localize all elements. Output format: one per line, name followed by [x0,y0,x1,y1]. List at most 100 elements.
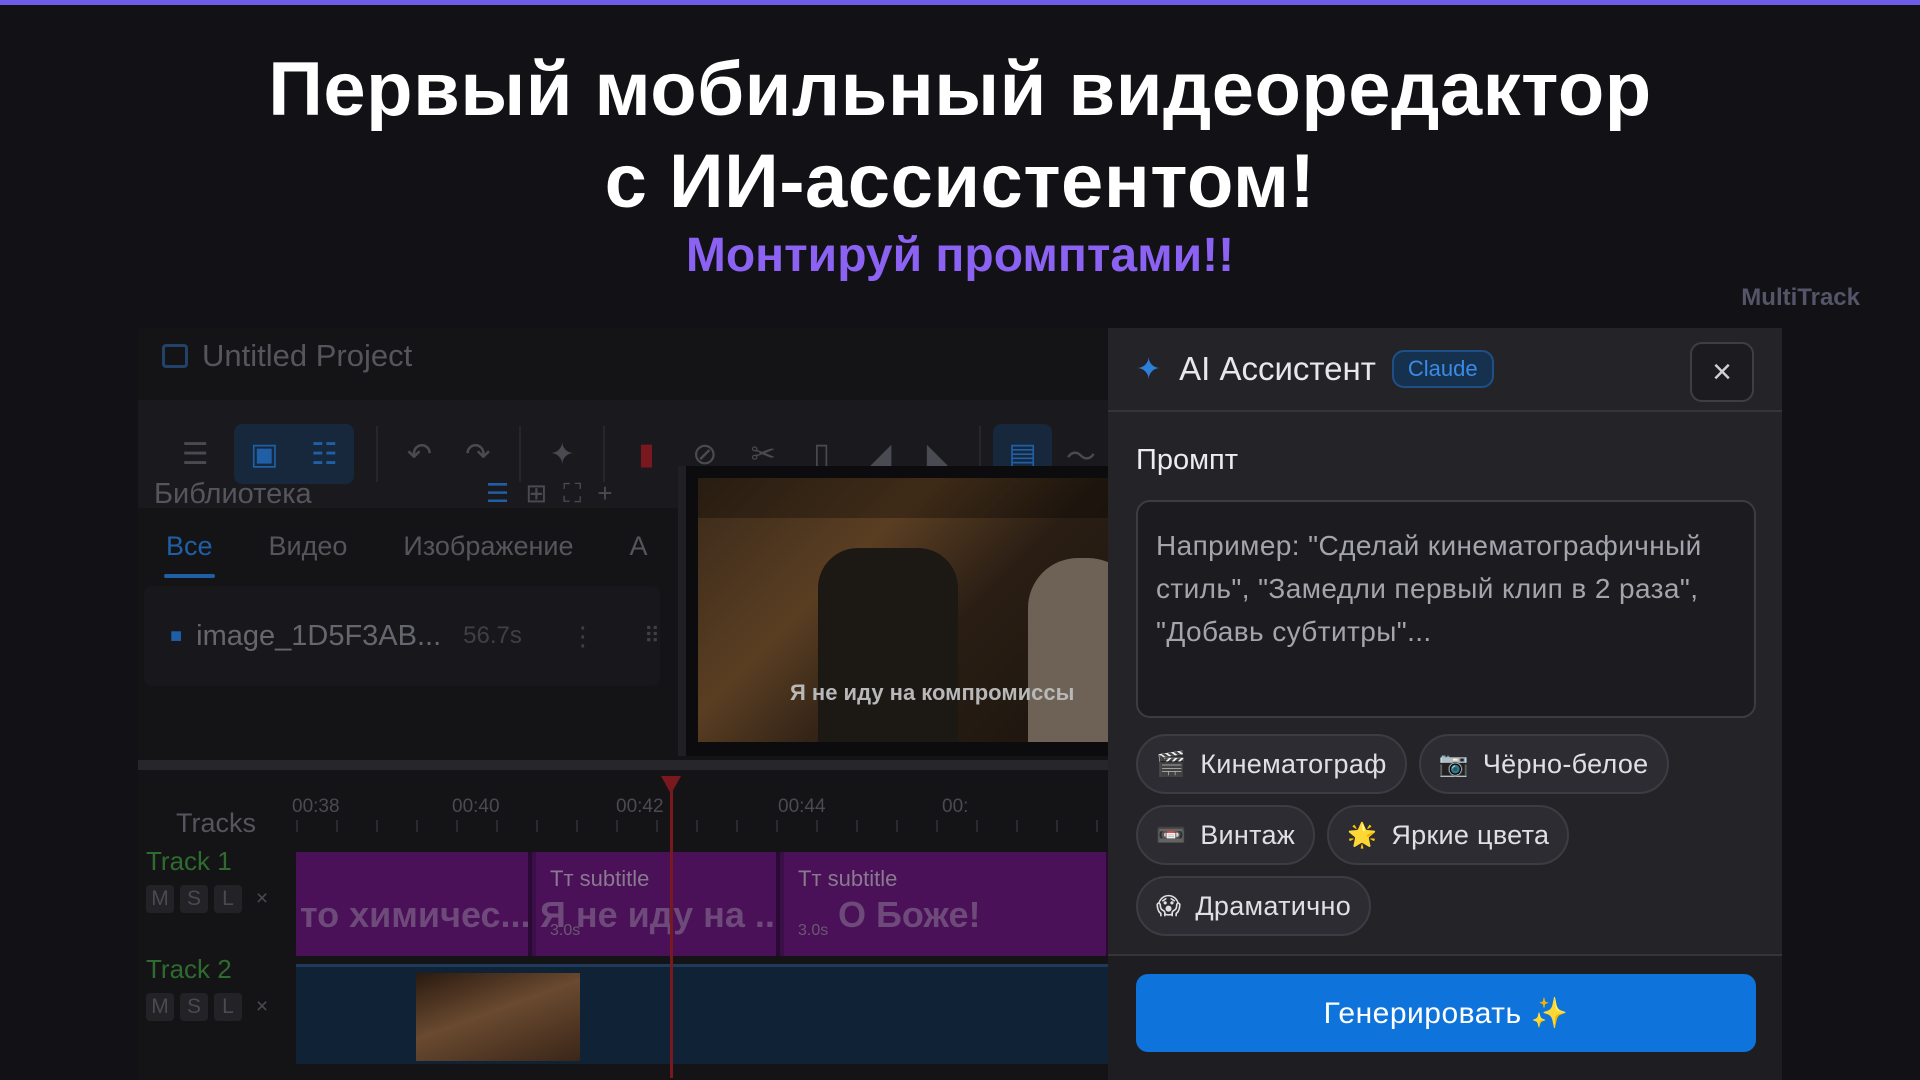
library-title: Библиотека [154,478,312,510]
toolbar-divider [376,426,379,482]
ai-sparkle-icon[interactable]: ✦ [533,424,591,484]
close-button[interactable]: × [1690,342,1754,402]
ai-panel-title: AI Ассистент [1179,350,1376,387]
track-header-2: Track 2 M S L × [146,954,296,1021]
record-marker-icon[interactable]: ▮ [617,424,675,484]
remove-track-button[interactable]: × [248,993,276,1021]
prompt-label: Промпт [1136,444,1239,476]
project-icon [162,344,188,368]
subtitle-clip[interactable]: Tᴛ subtitle Я не иду на ... 3.0s [536,852,780,956]
video-editor: Untitled Project ☰ ▣ ☷ ↶ ↷ ✦ ▮ ⊘ ✂ ▯ ◢ ◣… [138,328,1110,1080]
expand-icon[interactable]: ⛶ [563,478,581,510]
ai-assistant-panel: ✦ AI Ассистент Claude × Промпт Например:… [1108,328,1782,1080]
clip-title: Tᴛ subtitle [550,866,650,891]
top-accent-bar [0,0,1920,5]
track-name: Track 2 [146,954,232,984]
tab-image[interactable]: Изображение [403,531,573,562]
tick-label: 00:44 [778,796,826,817]
star-icon: 🌟 [1347,821,1378,849]
subtitle-clip[interactable]: Tᴛ subtitle О Боже! 3.0s [784,852,1110,956]
ruler-minor-ticks [296,820,1110,832]
ai-panel-header: ✦ AI Ассистент Claude × [1108,328,1782,412]
remove-track-button[interactable]: × [248,885,276,913]
track-1-lane: то химичес... Tᴛ subtitle Я не иду на ..… [296,852,1110,956]
clip-duration: 3.0s [550,922,581,939]
chip-cinematic[interactable]: 🎬 Кинематограф [1136,734,1407,794]
headline-line-1: Первый мобильный видеоредактор [268,47,1652,132]
track-controls: M S L × [146,993,296,1021]
video-clip-thumbnail[interactable] [416,973,580,1061]
track-controls: M S L × [146,885,296,913]
clip-title-text: subtitle [827,866,898,891]
tab-audio[interactable]: А [630,531,648,562]
frame-figure-left [818,548,958,742]
headline-line-2: с ИИ-ассистентом! [604,139,1316,224]
time-ruler[interactable]: 00:38 00:40 00:42 00:44 00: [292,780,1110,832]
chip-label: Драматично [1195,890,1352,921]
chip-dramatic[interactable]: 😱 Драматично [1136,876,1372,936]
add-icon[interactable]: + [597,478,612,510]
track-header-1: Track 1 M S L × [146,846,296,913]
toolbar-divider [603,426,606,482]
chip-label: Винтаж [1200,819,1296,850]
solo-button[interactable]: S [180,993,208,1021]
prompt-placeholder: Например: "Сделай кинематографичный стил… [1156,530,1702,647]
video-camera-icon: ■ [170,624,183,647]
redo-icon[interactable]: ↷ [449,424,507,484]
sparkle-icon: ✦ [1136,352,1162,386]
prompt-input[interactable]: Например: "Сделай кинематографичный стил… [1136,500,1756,718]
library-item-duration: 56.7s [463,622,522,649]
headline-subtitle: Монтируй промптами!! [685,229,1235,282]
preset-chips: 🎬 Кинематограф 📷 Чёрно-белое 📼 Винтаж 🌟 … [1136,734,1756,947]
more-options-icon[interactable]: ⋮ [570,621,596,652]
scream-face-icon: 😱 [1156,892,1182,920]
project-title[interactable]: Untitled Project [202,338,412,374]
preview-subtitle: Я не иду на компромиссы [790,680,1075,705]
tick-label: 00: [942,796,969,817]
model-badge: Claude [1391,350,1494,388]
track-2-lane [296,964,1110,1064]
library-tabs: Все Видео Изображение А [164,531,648,578]
video-mode-icon[interactable]: ▣ [234,424,294,484]
adjust-mode-icon[interactable]: ☷ [294,424,354,484]
close-icon: × [1712,352,1732,391]
headline: Первый мобильный видеоредактор с ИИ-асси… [0,44,1920,228]
tracks-label: Tracks [176,808,256,838]
video-frame[interactable]: Я не иду на компромиссы [698,478,1110,742]
clapperboard-icon: 🎬 [1156,750,1187,778]
view-mode-group: ▣ ☷ [234,424,355,484]
mute-button[interactable]: M [146,993,174,1021]
menu-icon[interactable]: ☰ [166,424,224,484]
project-title-bar: Untitled Project [162,336,412,376]
clip-duration: 3.0s [798,922,829,939]
frame-figure-right [1028,558,1110,742]
clip-text: то химичес... [300,894,531,935]
lock-button[interactable]: L [214,885,242,913]
chip-label: Чёрно-белое [1482,748,1649,779]
library-item[interactable]: ■ image_1D5F3AB... 56.7s ⋮ ⠿ [144,586,660,686]
clip-text: О Боже! [838,894,981,935]
chip-label: Кинематограф [1200,748,1387,779]
timeline: Tracks 00:38 00:40 00:42 00:44 00: Track… [138,760,1110,1080]
solo-button[interactable]: S [180,885,208,913]
generate-button[interactable]: Генерировать ✨ [1136,974,1756,1052]
brand-name: MultiTrack [1741,284,1860,311]
subtitle-clip[interactable]: то химичес... [296,852,532,956]
chip-vintage[interactable]: 📼 Винтаж [1136,805,1316,865]
tab-video[interactable]: Видео [269,531,348,562]
library-view-controls: ☰ ⊞ ⛶ + [486,478,613,510]
drag-handle-icon[interactable]: ⠿ [644,623,660,649]
list-view-icon[interactable]: ☰ [486,478,509,510]
tab-all[interactable]: Все [164,531,215,578]
grid-view-icon[interactable]: ⊞ [525,478,547,510]
chip-label: Яркие цвета [1391,819,1550,850]
undo-icon[interactable]: ↶ [390,424,448,484]
chip-black-white[interactable]: 📷 Чёрно-белое [1418,734,1669,794]
clip-title-text: subtitle [579,866,650,891]
chip-bright-colors[interactable]: 🌟 Яркие цвета [1327,805,1570,865]
tick-label: 00:40 [452,796,500,817]
playhead[interactable] [661,776,681,1078]
mute-button[interactable]: M [146,885,174,913]
clip-title: Tᴛ subtitle [798,866,898,891]
lock-button[interactable]: L [214,993,242,1021]
